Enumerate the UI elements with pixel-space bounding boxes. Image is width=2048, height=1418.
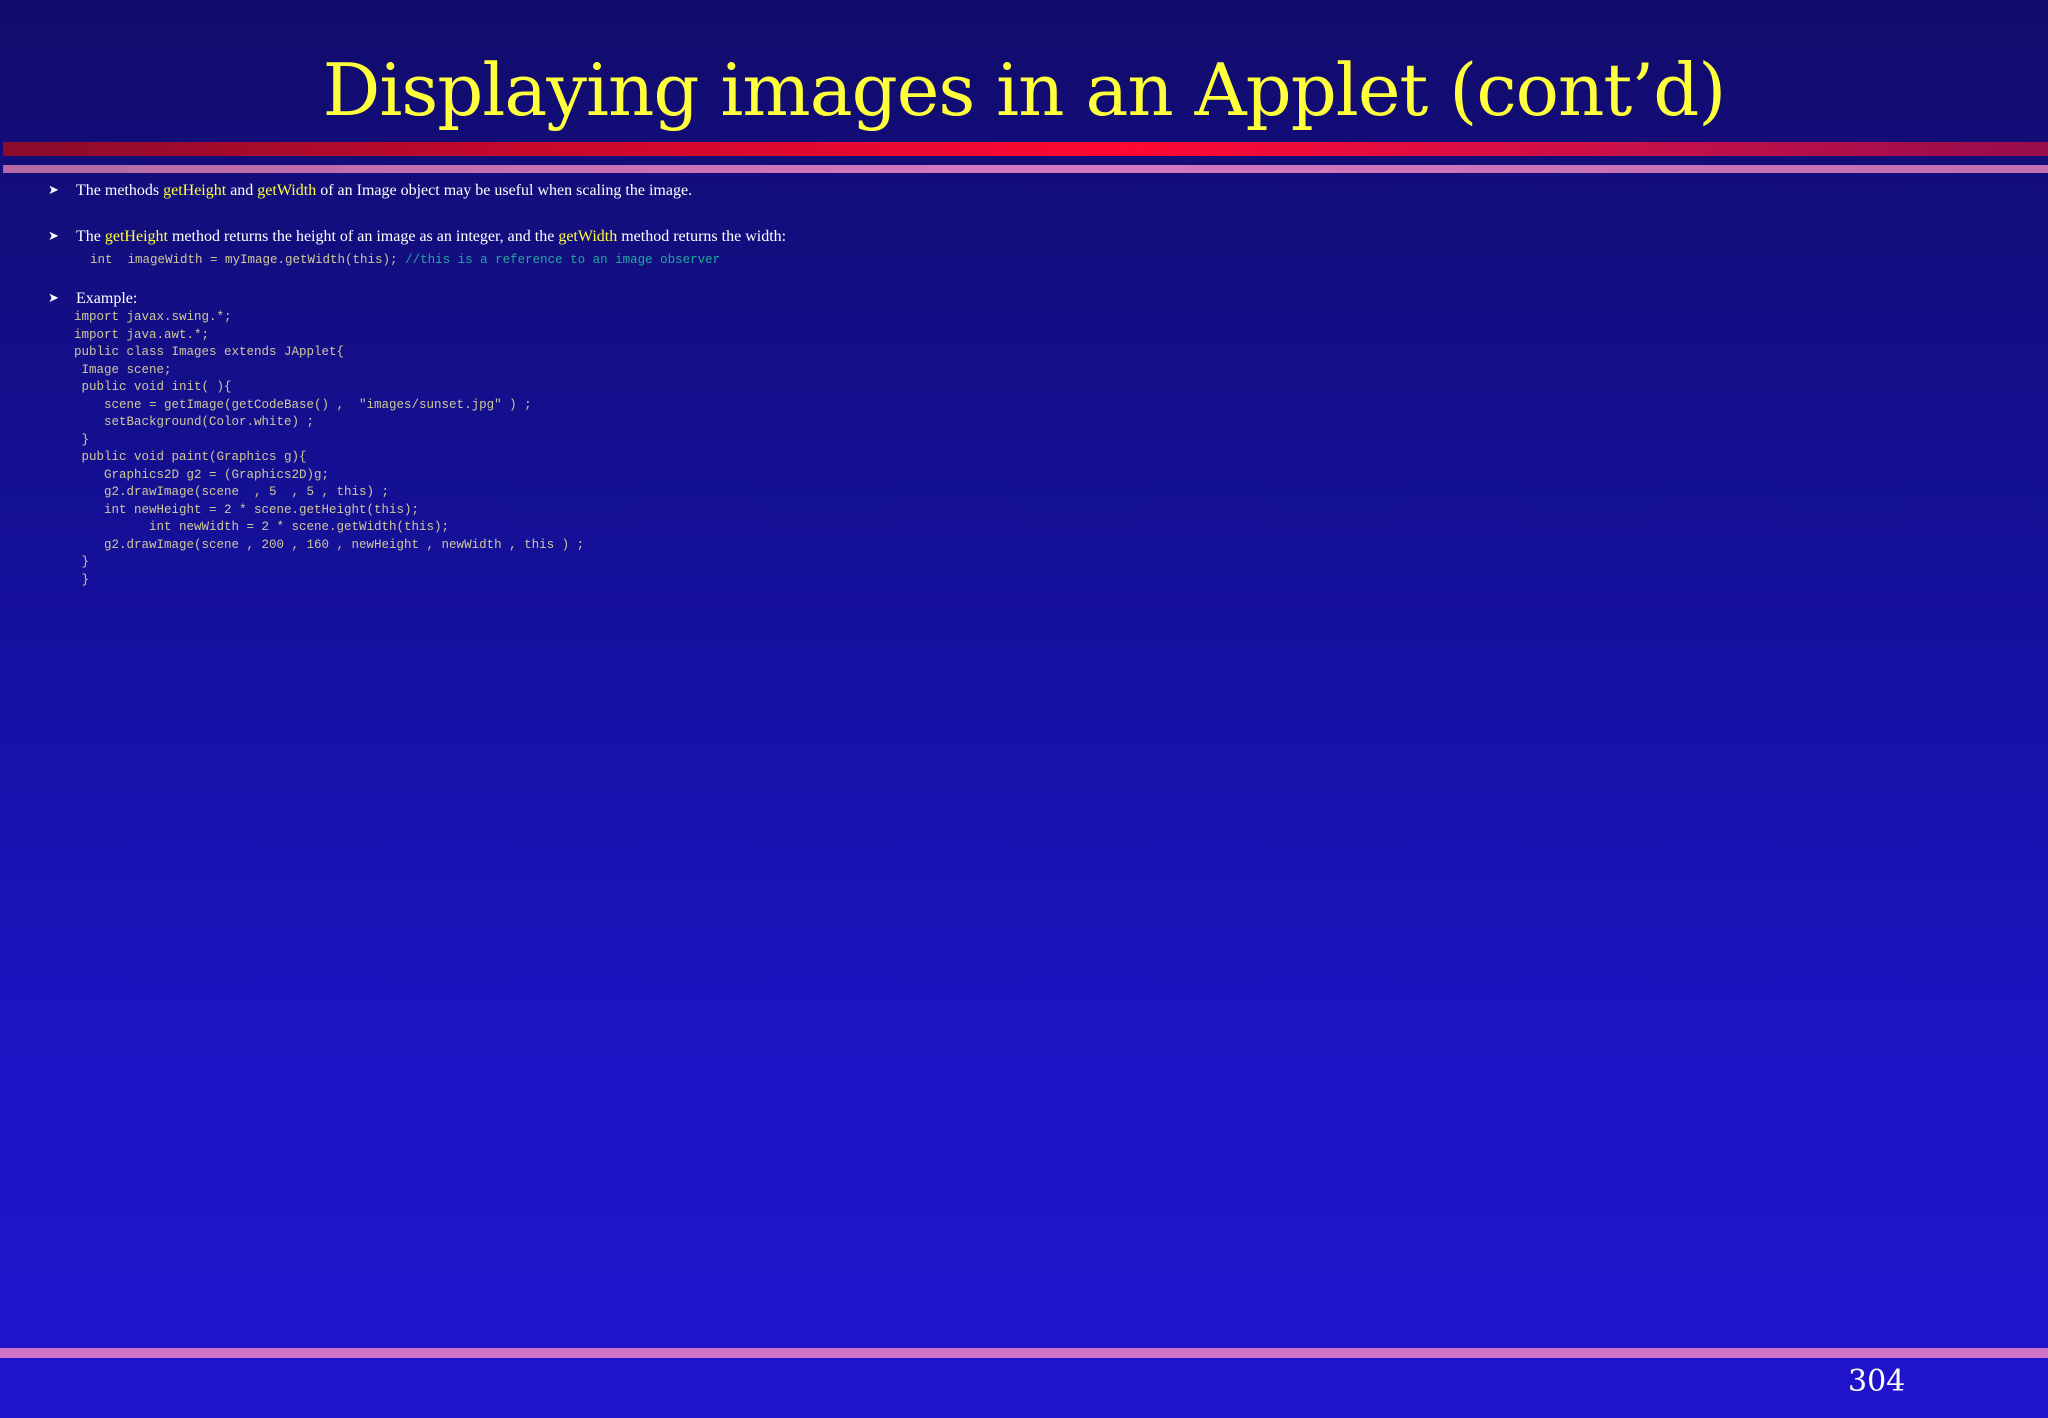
- code-line: }: [74, 555, 90, 569]
- bullet-text-part: of an Image object may be useful when sc…: [316, 182, 693, 199]
- code-line: scene = getImage(getCodeBase() , "images…: [74, 397, 532, 412]
- code-line: public void init( ){: [74, 380, 232, 394]
- arrowhead-bullet-icon: ➤: [48, 290, 59, 305]
- slide-title: Displaying images in an Applet (cont’d): [322, 48, 1727, 132]
- page-number: 304: [1848, 1364, 1906, 1399]
- code-comment: //this is a reference to an image observ…: [405, 253, 721, 267]
- code-line: }: [74, 432, 90, 447]
- title-accent-bar: [3, 142, 2048, 156]
- code-line: setBackground(Color.white) ;: [74, 415, 315, 429]
- bullet-text-part: method returns the height of an image as…: [167, 228, 559, 245]
- code-snippet: int imageWidth = myImage.getWidth(this);…: [90, 252, 720, 270]
- method-name-highlight: getWidth: [257, 182, 317, 199]
- bullet-text-part: method returns the width:: [617, 228, 787, 245]
- method-name-highlight: getWidth: [558, 228, 618, 245]
- code-line: public void paint(Graphics g){: [74, 450, 307, 464]
- code-line: g2.drawImage(scene , 200 , 160 , newHeig…: [74, 537, 585, 552]
- method-name-highlight: getHeight: [104, 228, 168, 245]
- code-line: int newWidth = 2 * scene.getWidth(this);: [74, 520, 450, 534]
- bullet-text-2: The getHeight method returns the height …: [76, 226, 786, 248]
- bullet-text-part: and: [226, 182, 258, 199]
- title-underline-bar: [3, 165, 2048, 173]
- code-line: public class Images extends JApplet{: [74, 345, 345, 359]
- bullet-text-1: The methods getHeight and getWidth of an…: [76, 180, 692, 202]
- example-code-block: import javax.swing.*; import java.awt.*;…: [74, 309, 584, 589]
- code-line: }: [74, 572, 90, 587]
- code-snippet-text: int imageWidth = myImage.getWidth(this);: [90, 253, 406, 267]
- arrowhead-bullet-icon: ➤: [48, 228, 59, 243]
- code-line: Image scene;: [74, 362, 172, 377]
- code-line: int newHeight = 2 * scene.getHeight(this…: [74, 502, 420, 517]
- bullet-text-part: The: [76, 228, 105, 245]
- code-line: Graphics2D g2 = (Graphics2D)g;: [74, 467, 330, 482]
- bullet-text-part: The methods: [76, 182, 164, 199]
- code-line: g2.drawImage(scene , 5 , 5 , this) ;: [74, 485, 390, 499]
- arrowhead-bullet-icon: ➤: [48, 182, 59, 197]
- method-name-highlight: getHeight: [163, 182, 227, 199]
- code-line: import javax.swing.*;: [74, 310, 232, 324]
- bullet-text-3: Example:: [76, 288, 137, 310]
- bullet-text-part: Example:: [76, 290, 138, 307]
- code-line: import java.awt.*;: [74, 327, 210, 342]
- footer-bar: [0, 1348, 2048, 1358]
